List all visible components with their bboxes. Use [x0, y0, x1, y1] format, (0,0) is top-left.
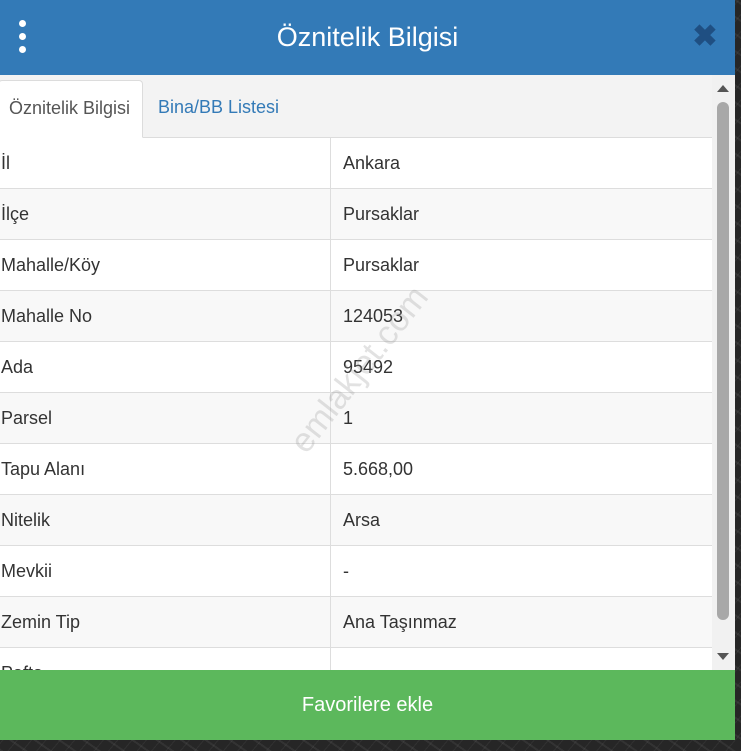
row-key: Nitelik	[0, 494, 331, 546]
row-value: Ankara	[330, 138, 712, 189]
scroll-up-arrow-icon[interactable]	[717, 85, 729, 92]
scrollbar-thumb[interactable]	[717, 102, 729, 620]
vertical-scrollbar[interactable]	[712, 75, 735, 670]
row-key: Pafta	[0, 647, 331, 670]
table-row: Mahalle No 124053	[0, 290, 712, 342]
tab-attribute-info[interactable]: Öznitelik Bilgisi	[0, 80, 143, 138]
table-row: Nitelik Arsa	[0, 494, 712, 546]
attribute-table-container[interactable]: İl Ankara İlçe Pursaklar Mahalle/Köy Pur…	[0, 138, 712, 670]
row-key: İlçe	[0, 188, 331, 240]
row-key: Parsel	[0, 392, 331, 444]
table-row: İlçe Pursaklar	[0, 188, 712, 240]
row-value: Arsa	[330, 494, 712, 546]
menu-dot	[19, 46, 26, 53]
add-to-favorites-button[interactable]: Favorilere ekle	[0, 670, 735, 740]
table-row: İl Ankara	[0, 138, 712, 189]
row-value: -	[330, 545, 712, 597]
attribute-info-panel: Öznitelik Bilgisi ✖ Öznitelik Bilgisi Bi…	[0, 0, 735, 740]
row-key: Ada	[0, 341, 331, 393]
menu-dot	[19, 20, 26, 27]
tab-building-list[interactable]: Bina/BB Listesi	[148, 80, 289, 136]
row-key: İl	[0, 138, 331, 189]
row-value: 95492	[330, 341, 712, 393]
scroll-down-arrow-icon[interactable]	[717, 653, 729, 660]
panel-title: Öznitelik Bilgisi	[276, 22, 459, 52]
table-row: Mevkii -	[0, 545, 712, 597]
attribute-table: İl Ankara İlçe Pursaklar Mahalle/Köy Pur…	[0, 138, 712, 670]
tab-bar: Öznitelik Bilgisi Bina/BB Listesi	[0, 75, 712, 138]
row-value: Pursaklar	[330, 188, 712, 240]
row-key: Mahalle/Köy	[0, 239, 331, 291]
table-row: Parsel 1	[0, 392, 712, 444]
table-row: Ada 95492	[0, 341, 712, 393]
table-row: Pafta	[0, 647, 712, 670]
row-value: 124053	[330, 290, 712, 342]
row-value: 5.668,00	[330, 443, 712, 495]
row-value	[330, 647, 712, 670]
row-key: Tapu Alanı	[0, 443, 331, 495]
more-options-icon[interactable]	[12, 20, 34, 54]
row-value: 1	[330, 392, 712, 444]
row-key: Zemin Tip	[0, 596, 331, 648]
row-key: Mevkii	[0, 545, 331, 597]
panel-header: Öznitelik Bilgisi ✖	[0, 0, 735, 75]
close-icon[interactable]: ✖	[690, 22, 720, 52]
table-row: Mahalle/Köy Pursaklar	[0, 239, 712, 291]
row-value: Ana Taşınmaz	[330, 596, 712, 648]
table-row: Zemin Tip Ana Taşınmaz	[0, 596, 712, 648]
table-row: Tapu Alanı 5.668,00	[0, 443, 712, 495]
row-key: Mahalle No	[0, 290, 331, 342]
row-value: Pursaklar	[330, 239, 712, 291]
menu-dot	[19, 33, 26, 40]
